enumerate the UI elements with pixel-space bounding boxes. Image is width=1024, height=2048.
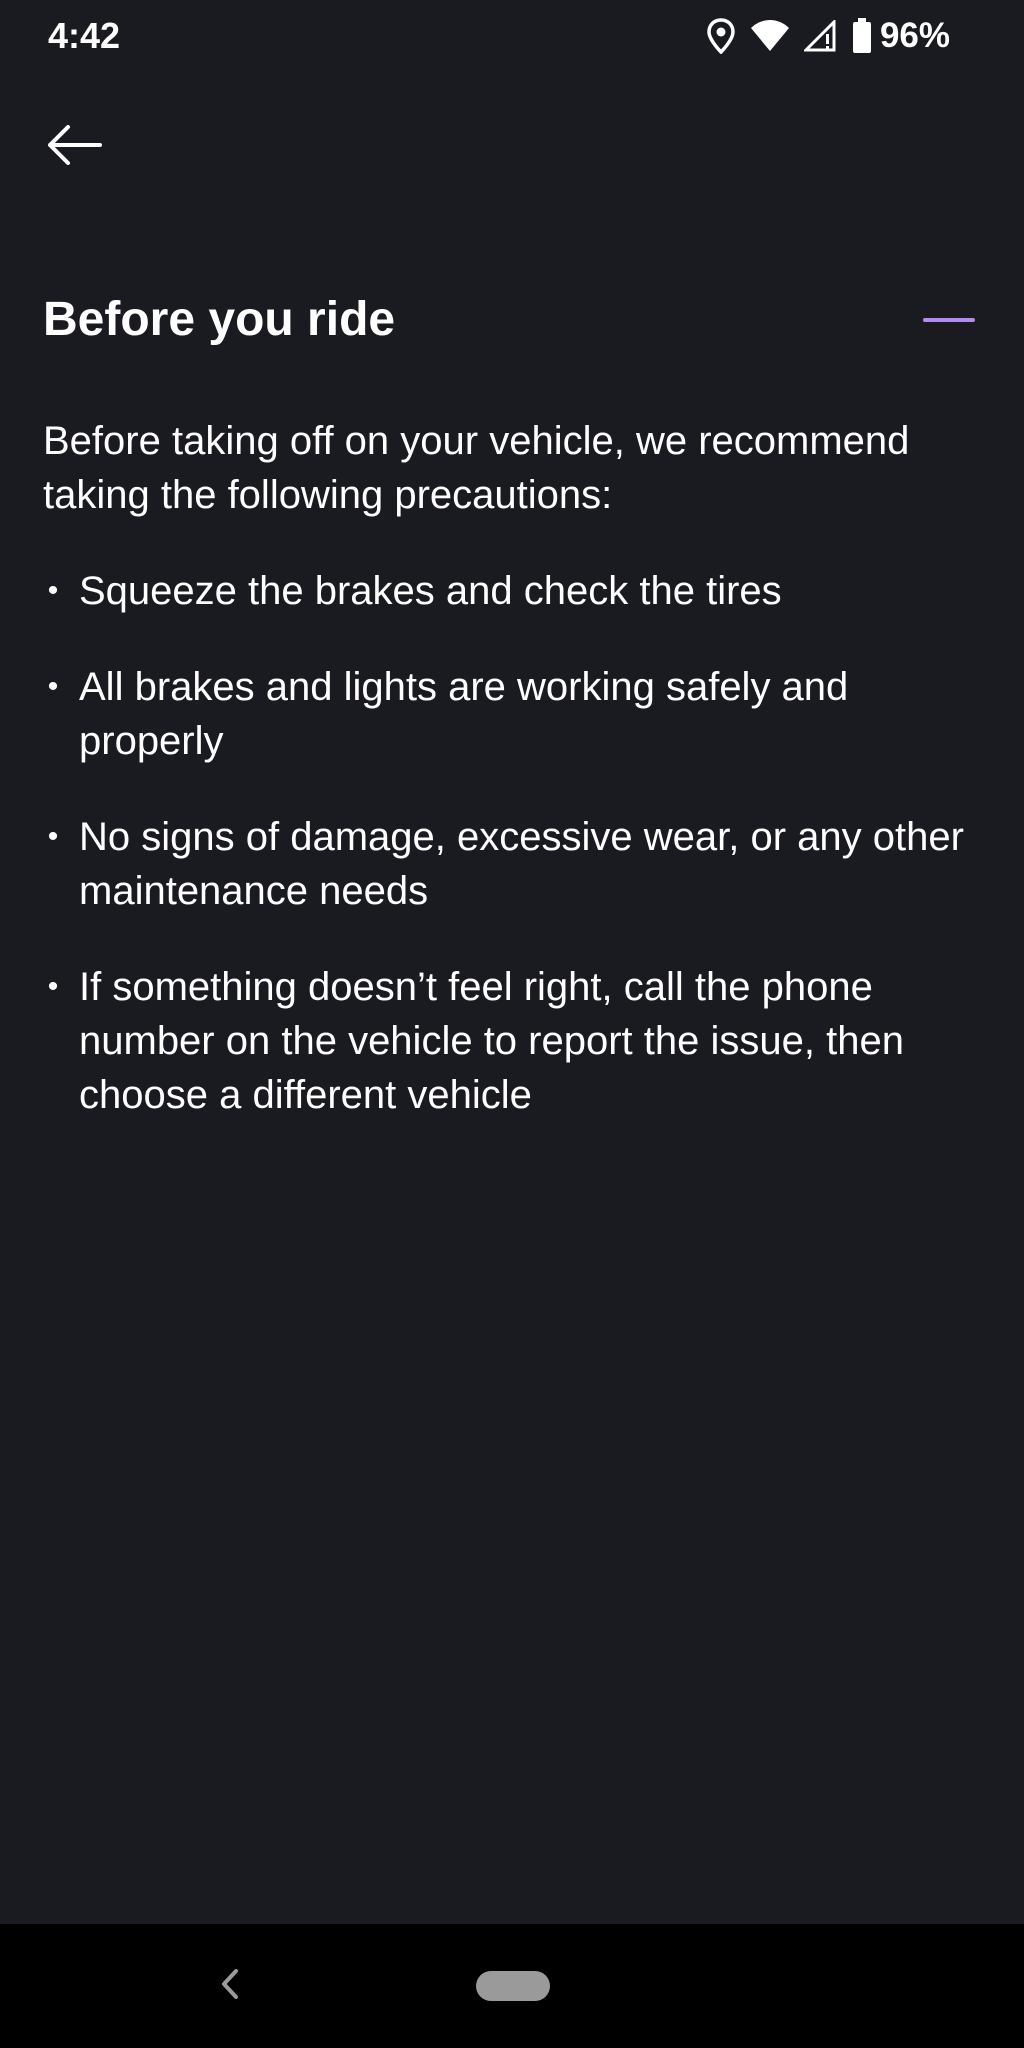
status-time: 4:42 xyxy=(48,15,121,56)
list-item-text: No signs of damage, excessive wear, or a… xyxy=(79,815,964,913)
bullet-icon: • xyxy=(47,970,59,1003)
system-nav-bar xyxy=(0,1924,1024,2048)
list-item: • No signs of damage, excessive wear, or… xyxy=(43,810,993,918)
battery-percent: 96% xyxy=(879,16,950,55)
list-item: • If something doesn’t feel right, call … xyxy=(43,960,993,1122)
precautions-list: • Squeeze the brakes and check the tires… xyxy=(43,564,993,1122)
screen: 4:42 96% Before you ride Before taking o… xyxy=(0,0,1024,2048)
battery-icon xyxy=(852,18,872,54)
bullet-icon: • xyxy=(47,820,59,853)
chevron-left-icon xyxy=(220,1968,240,2005)
list-item-text: All brakes and lights are working safely… xyxy=(79,665,849,763)
location-icon xyxy=(706,18,736,54)
cellular-signal-icon xyxy=(803,20,838,52)
arrow-left-icon xyxy=(46,124,102,170)
back-button[interactable] xyxy=(36,114,112,180)
section-header-before-you-ride[interactable]: Before you ride xyxy=(0,280,1024,360)
section-intro: Before taking off on your vehicle, we re… xyxy=(43,419,910,517)
list-item: • All brakes and lights are working safe… xyxy=(43,660,993,768)
status-icons: 96% xyxy=(706,14,950,58)
minus-icon[interactable] xyxy=(920,314,978,326)
list-item-text: If something doesn’t feel right, call th… xyxy=(79,965,904,1117)
status-bar: 4:42 96% xyxy=(0,0,1024,72)
bullet-icon: • xyxy=(47,574,59,607)
list-item: • Squeeze the brakes and check the tires xyxy=(43,564,993,618)
bullet-icon: • xyxy=(47,670,59,703)
section-content: Before taking off on your vehicle, we re… xyxy=(43,414,993,1164)
list-item-text: Squeeze the brakes and check the tires xyxy=(79,569,782,613)
wifi-icon xyxy=(750,20,790,52)
home-pill-icon[interactable] xyxy=(476,1971,550,2001)
nav-back-button[interactable] xyxy=(200,1954,260,2018)
section-title: Before you ride xyxy=(43,293,396,346)
collapse-bar xyxy=(923,318,975,322)
